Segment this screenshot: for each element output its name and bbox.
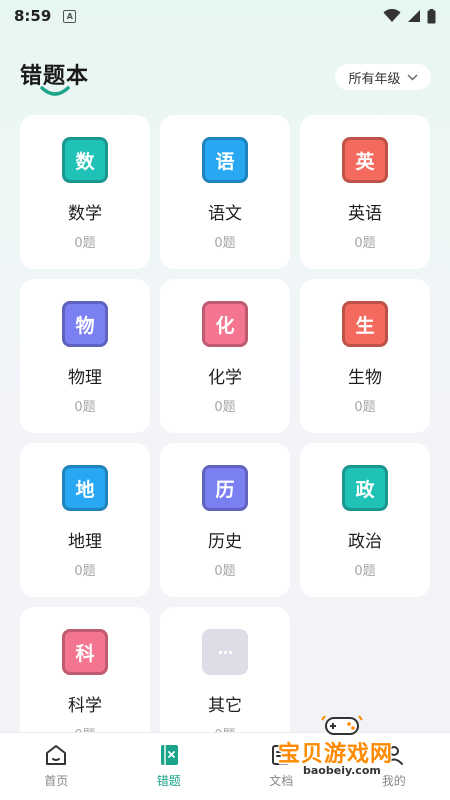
subject-name: 生物	[348, 368, 382, 388]
geography-icon: 地	[62, 465, 108, 511]
tab-mistakes[interactable]: 错题	[113, 733, 226, 800]
tab-label: 错题	[156, 774, 181, 788]
biology-icon: 生	[342, 301, 388, 347]
subject-count: 0题	[354, 400, 376, 415]
politics-icon: 政	[342, 465, 388, 511]
more-icon: ···	[202, 629, 248, 675]
signal-icon	[408, 10, 420, 22]
history-icon: 历	[202, 465, 248, 511]
subject-card-chinese[interactable]: 语 语文 0题	[160, 115, 290, 269]
subject-card-geography[interactable]: 地 地理 0题	[20, 443, 150, 597]
science-icon: 科	[62, 629, 108, 675]
subject-name: 语文	[208, 204, 242, 224]
subject-card-chemistry[interactable]: 化 化学 0题	[160, 279, 290, 433]
status-time: 8:59	[14, 7, 52, 25]
subject-name: 科学	[68, 696, 102, 716]
english-icon: 英	[342, 137, 388, 183]
grade-filter-select[interactable]: 所有年级	[335, 64, 431, 90]
subject-count: 0题	[74, 564, 96, 579]
title-underline-icon	[40, 86, 70, 96]
chevron-down-icon	[407, 74, 417, 80]
subject-count: 0题	[214, 236, 236, 251]
subject-name: 地理	[68, 532, 102, 552]
subject-count: 0题	[74, 236, 96, 251]
header: 错题本 所有年级	[0, 56, 450, 100]
subject-card-biology[interactable]: 生 生物 0题	[300, 279, 430, 433]
subject-count: 0题	[214, 564, 236, 579]
subject-count: 0题	[214, 400, 236, 415]
subject-count: 0题	[354, 236, 376, 251]
wifi-icon	[383, 9, 401, 22]
physics-icon: 物	[62, 301, 108, 347]
subject-name: 英语	[348, 204, 382, 224]
subject-name: 物理	[68, 368, 102, 388]
subject-card-physics[interactable]: 物 物理 0题	[20, 279, 150, 433]
subject-count: 0题	[74, 400, 96, 415]
subject-card-history[interactable]: 历 历史 0题	[160, 443, 290, 597]
math-icon: 数	[62, 137, 108, 183]
subject-name: 历史	[208, 532, 242, 552]
subject-name: 其它	[208, 696, 242, 716]
subject-count: 0题	[354, 564, 376, 579]
status-icons	[383, 8, 436, 24]
subject-grid: 数 数学 0题 语 语文 0题 英 英语 0题 物 物理 0题 化 化学 0题 …	[20, 115, 430, 761]
chemistry-icon: 化	[202, 301, 248, 347]
subject-card-english[interactable]: 英 英语 0题	[300, 115, 430, 269]
battery-icon	[427, 8, 436, 23]
subject-name: 化学	[208, 368, 242, 388]
subject-name: 政治	[348, 532, 382, 552]
subject-card-politics[interactable]: 政 政治 0题	[300, 443, 430, 597]
home-icon	[46, 745, 67, 765]
grade-filter-value: 所有年级	[348, 71, 401, 87]
chinese-icon: 语	[202, 137, 248, 183]
status-bar: 8:59 A	[0, 0, 450, 32]
notification-icon: A	[63, 9, 77, 23]
tab-home[interactable]: 首页	[0, 733, 113, 800]
mistakes-book-icon	[160, 745, 178, 765]
subject-card-math[interactable]: 数 数学 0题	[20, 115, 150, 269]
watermark-logo: 宝贝游戏网 baobeiy.com	[262, 712, 432, 782]
tab-label: 首页	[44, 774, 69, 788]
gamepad-icon	[321, 715, 363, 735]
subject-name: 数学	[68, 204, 102, 224]
watermark-url: baobeiy.com	[300, 764, 384, 777]
